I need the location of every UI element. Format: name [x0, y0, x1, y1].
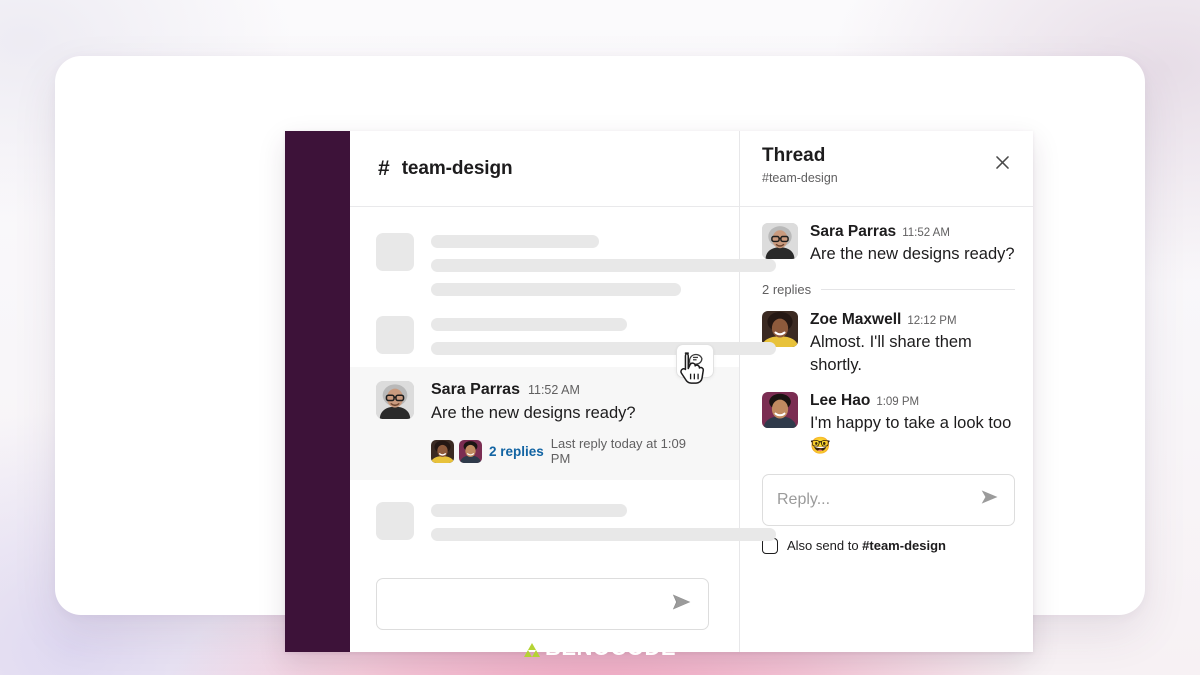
thread-replies-divider: 2 replies [762, 282, 1015, 297]
also-send-prefix: Also send to [787, 538, 863, 554]
message-content: Sara Parras 11:52 AM Are the new designs… [431, 381, 709, 466]
thread-reply-content: Zoe Maxwell 12:12 PM Almost. I'll share … [810, 311, 1015, 377]
also-send-channel: #team-design [862, 538, 946, 554]
thread-participant-facepile [431, 439, 482, 463]
thread-reply-input[interactable]: Reply... [762, 473, 1015, 526]
message-timestamp: 1:09 PM [876, 396, 920, 409]
skeleton-line [431, 283, 681, 296]
also-send-to-channel[interactable]: Also send to #team-design [762, 537, 1015, 554]
skeleton-line [431, 342, 776, 355]
logo-text: BENOCODE [544, 635, 677, 660]
send-icon[interactable] [980, 488, 1000, 511]
thread-last-reply-meta: Last reply today at 1:09 PM [550, 436, 686, 467]
hash-icon: # [378, 157, 390, 180]
close-icon[interactable] [989, 149, 1015, 175]
message-row-highlighted[interactable]: Sara Parras 11:52 AM Are the new designs… [350, 344, 739, 481]
skeleton-line [431, 259, 776, 272]
skeleton-line [431, 504, 627, 518]
thread-root-message: Sara Parras 11:52 AM Are the new designs… [762, 223, 1015, 266]
skeleton-avatar [376, 502, 414, 541]
channel-title: team-design [401, 157, 513, 179]
thread-message-list: Sara Parras 11:52 AM Are the new designs… [740, 207, 1033, 652]
thread-reply-placeholder: Reply... [777, 490, 831, 508]
skeleton-lines [431, 502, 776, 542]
avatar [459, 439, 482, 463]
message-text: Almost. I'll share them shortly. [810, 332, 972, 374]
skeleton-message [350, 223, 776, 296]
skeleton-line [431, 528, 776, 542]
thread-panel: Thread #team-design Sara Parras 11:52 AM… [740, 131, 1033, 652]
message-text: Are the new designs ready? [810, 245, 1015, 263]
thread-title: Thread [762, 145, 826, 166]
message-timestamp: 11:52 AM [527, 383, 580, 397]
thread-reply: Zoe Maxwell 12:12 PM Almost. I'll share … [762, 310, 1015, 377]
thread-comment-icon[interactable] [687, 350, 704, 372]
skeleton-line [431, 318, 627, 331]
channel-message-list: Sara Parras 11:52 AM Are the new designs… [350, 207, 776, 566]
message-author: Lee Hao [810, 392, 871, 410]
channel-header: # team-design [350, 131, 739, 207]
message-timestamp: 12:12 PM [907, 314, 957, 327]
thread-summary[interactable]: 2 replies Last reply today at 1:09 PM [431, 436, 709, 466]
message-header: Sara Parras 11:52 AM [431, 381, 709, 399]
workspace-sidebar-rail[interactable] [285, 131, 350, 652]
thread-replies-link[interactable]: 2 replies [489, 444, 544, 459]
channel-column: # team-design Sara Parras 11:52 AM Are t… [350, 131, 776, 652]
page-background: # team-design Sara Parras 11:52 AM Are t… [0, 0, 1200, 675]
channel-message-input[interactable] [376, 578, 709, 630]
also-send-label: Also send to #team-design [787, 538, 946, 553]
skeleton-avatar [376, 233, 414, 271]
thread-header-titles: Thread #team-design [762, 145, 838, 185]
thread-message-header: Zoe Maxwell 12:12 PM [810, 311, 1015, 329]
message-author: Sara Parras [810, 223, 897, 240]
thread-reply: Lee Hao 1:09 PM I'm happy to take a look… [762, 392, 1015, 458]
message-text: I'm happy to take a look too 🤓 [810, 414, 1012, 456]
skeleton-lines [431, 233, 776, 296]
skeleton-line [431, 235, 599, 248]
avatar [762, 392, 798, 429]
avatar [431, 439, 454, 463]
divider-line [821, 288, 1015, 290]
logo-mark-icon [523, 642, 540, 657]
skeleton-message [350, 480, 776, 542]
message-text: Are the new designs ready? [431, 404, 636, 422]
thread-message-header: Lee Hao 1:09 PM [810, 392, 1015, 410]
thread-channel-name: #team-design [762, 170, 838, 185]
message-hover-actions[interactable] [676, 344, 714, 384]
message-author: Zoe Maxwell [810, 310, 902, 328]
message-author: Sara Parras [431, 381, 520, 398]
send-icon[interactable] [672, 593, 692, 616]
skeleton-lines [431, 316, 776, 355]
thread-message-header: Sara Parras 11:52 AM [810, 223, 1015, 241]
slack-window: # team-design Sara Parras 11:52 AM Are t… [285, 131, 1033, 652]
thread-header: Thread #team-design [740, 131, 1033, 207]
message-timestamp: 11:52 AM [902, 227, 950, 239]
avatar [376, 381, 414, 419]
thread-reply-content: Lee Hao 1:09 PM I'm happy to take a look… [810, 392, 1015, 458]
thread-root-content: Sara Parras 11:52 AM Are the new designs… [810, 223, 1015, 266]
brand-logo: BENOCODE [0, 637, 1200, 659]
skeleton-avatar [376, 316, 414, 354]
app-card: # team-design Sara Parras 11:52 AM Are t… [55, 56, 1145, 652]
